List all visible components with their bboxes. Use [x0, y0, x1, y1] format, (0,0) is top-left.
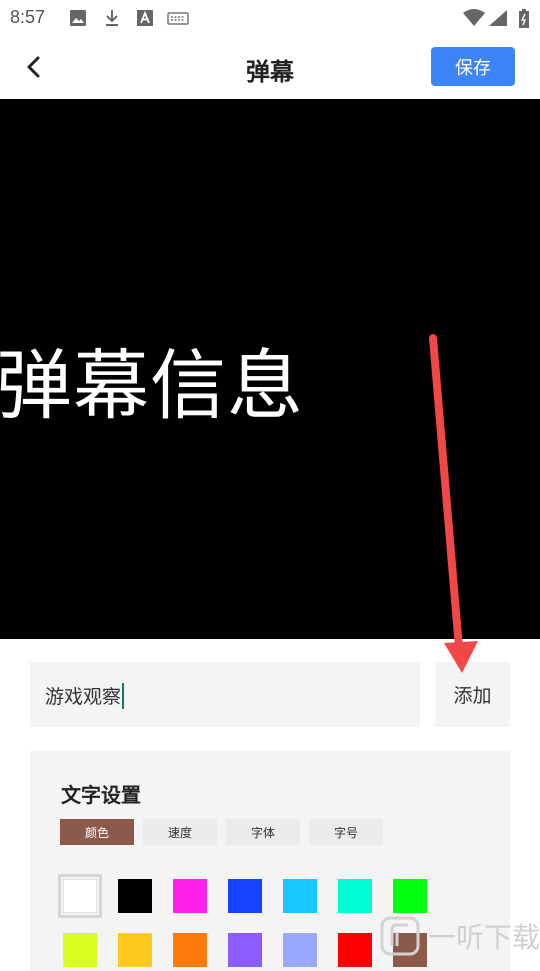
top-bar: 弹幕 保存 [0, 36, 540, 99]
battery-icon [518, 9, 530, 33]
save-button[interactable]: 保存 [431, 47, 515, 86]
watermark-logo-icon [380, 916, 420, 956]
danmaku-text-value: 游戏观察 [45, 682, 125, 709]
color-swatch[interactable] [118, 879, 152, 913]
color-swatch[interactable] [118, 933, 152, 967]
color-swatch[interactable] [283, 879, 317, 913]
tab-color[interactable]: 颜色 [60, 819, 134, 845]
tab-font-size[interactable]: 字号 [309, 819, 383, 845]
color-swatch[interactable] [393, 879, 427, 913]
color-swatch[interactable] [338, 879, 372, 913]
color-swatch[interactable] [228, 879, 262, 913]
color-swatch[interactable] [58, 874, 102, 918]
font-a-icon [136, 9, 154, 31]
keyboard-icon [167, 9, 189, 31]
tab-font[interactable]: 字体 [226, 819, 300, 845]
watermark-text: 一听下载 [428, 921, 540, 954]
add-button[interactable]: 添加 [435, 662, 510, 727]
status-bar: 8:57 [0, 0, 540, 36]
color-swatch[interactable] [228, 933, 262, 967]
signal-icon [488, 9, 508, 31]
color-swatch[interactable] [63, 933, 97, 967]
text-caret [122, 683, 125, 709]
tab-speed[interactable]: 速度 [143, 819, 217, 845]
image-icon [69, 9, 87, 31]
color-swatch[interactable] [338, 933, 372, 967]
danmaku-text-input[interactable]: 游戏观察 [30, 662, 420, 727]
status-time: 8:57 [10, 7, 46, 27]
download-icon [103, 9, 121, 31]
color-swatch[interactable] [173, 879, 207, 913]
danmaku-preview: 弹幕信息 [0, 99, 540, 639]
text-settings-title: 文字设置 [61, 783, 141, 807]
watermark: 一听下载 [380, 912, 540, 960]
color-swatch[interactable] [283, 933, 317, 967]
danmaku-preview-text: 弹幕信息 [0, 341, 304, 430]
color-swatch[interactable] [173, 933, 207, 967]
wifi-icon [463, 9, 485, 31]
